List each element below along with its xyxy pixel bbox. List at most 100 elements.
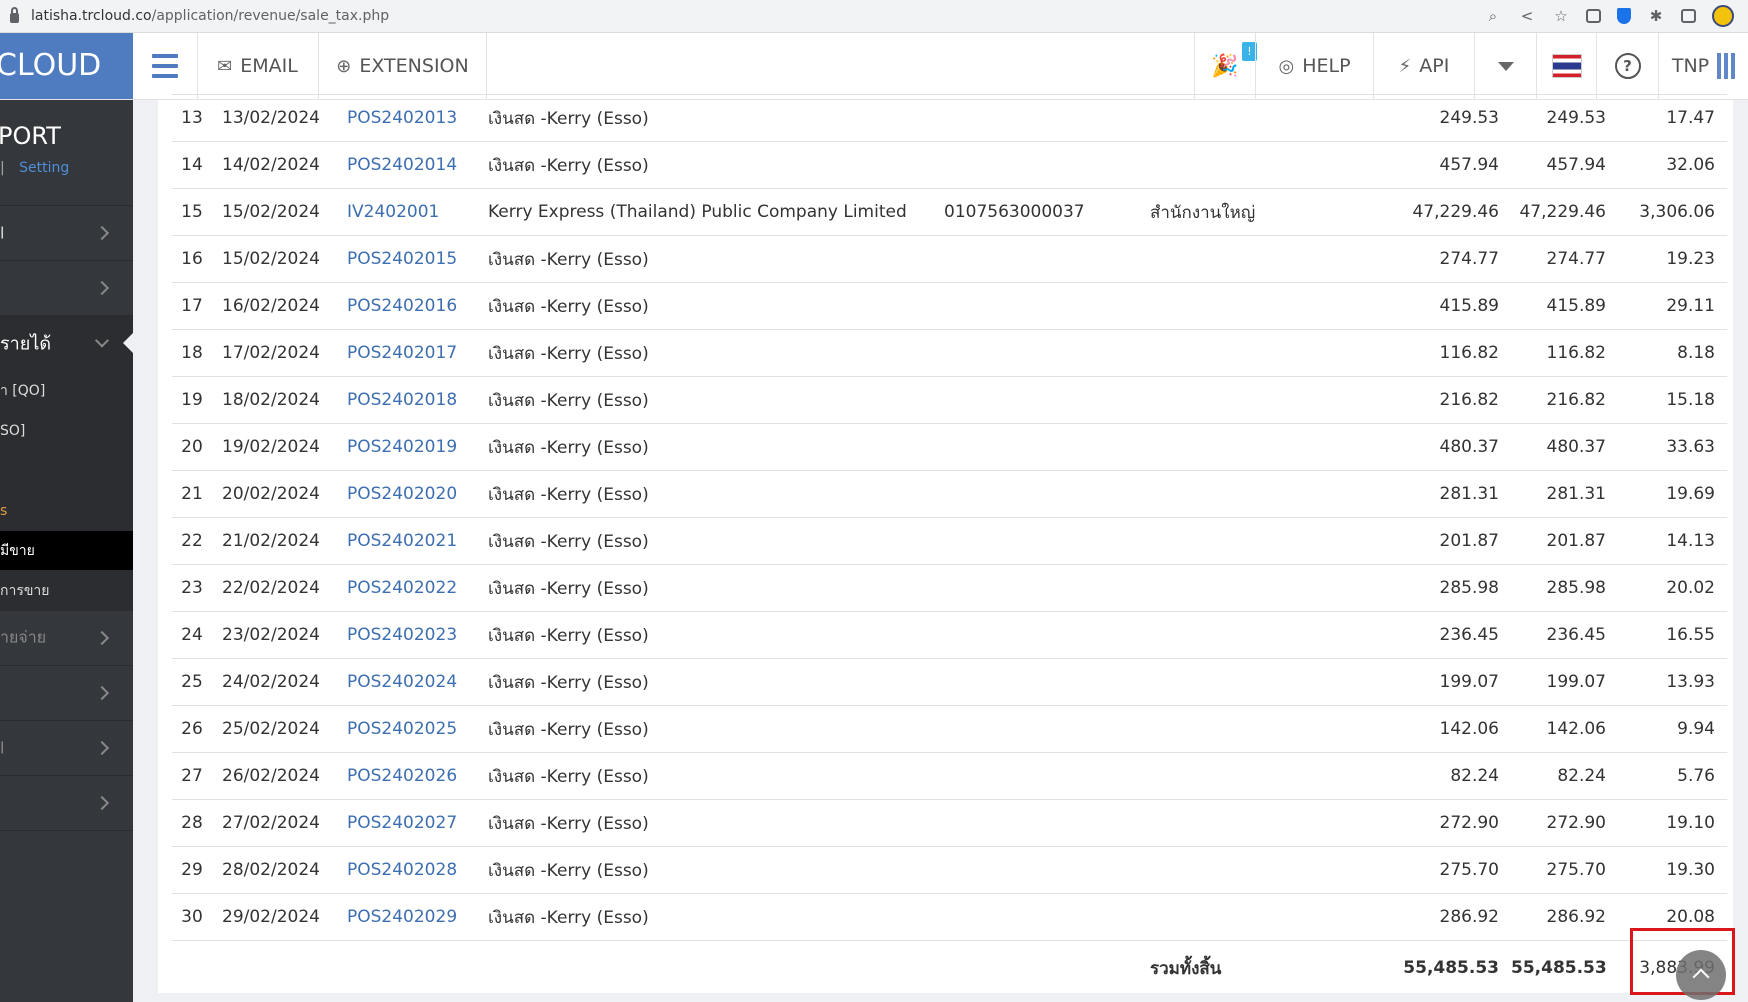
sidebar-item-1[interactable]: l	[0, 206, 133, 261]
shield-extension-icon[interactable]	[1617, 8, 1631, 24]
row-customer-name: เงินสด -Kerry (Esso)	[478, 141, 934, 189]
sidebar-item-expense[interactable]: ายจ่าย	[0, 611, 133, 666]
document-link[interactable]: POS2402018	[347, 390, 457, 410]
document-link[interactable]: POS2402020	[347, 484, 457, 504]
party-popper-icon: 🎉!	[1211, 41, 1257, 79]
puzzle-icon[interactable]: ✱	[1647, 7, 1665, 25]
profile-avatar-icon[interactable]	[1712, 5, 1734, 27]
row-amount-total: 275.70	[1511, 846, 1618, 894]
sidebar-subitem-quotation[interactable]: า [QO]	[0, 371, 133, 411]
row-document: IV2402001	[337, 188, 478, 236]
document-link[interactable]: POS2402024	[347, 672, 457, 692]
sidebar-header: PORT | Setting	[0, 100, 133, 206]
row-amount: 286.92	[1390, 893, 1511, 941]
setting-separator: |	[0, 160, 5, 176]
question-button[interactable]: ?	[1596, 33, 1658, 99]
brand-logo[interactable]: CLOUD	[0, 33, 133, 99]
sidebar-subitem-sales-tax-report[interactable]: มีขาย	[0, 531, 133, 571]
sidebar-item-8[interactable]	[0, 776, 133, 831]
row-date: 29/02/2024	[212, 893, 337, 941]
document-link[interactable]: POS2402028	[347, 860, 457, 880]
row-amount-total: 272.90	[1511, 799, 1618, 847]
row-number: 13	[172, 94, 212, 142]
row-customer-name: เงินสด -Kerry (Esso)	[478, 893, 934, 941]
lock-icon	[10, 7, 19, 23]
row-tax-id	[934, 705, 1140, 753]
row-vat: 5.76	[1618, 752, 1727, 800]
sidebar-subitem-4[interactable]: s	[0, 491, 133, 531]
row-date: 16/02/2024	[212, 282, 337, 330]
document-link[interactable]: POS2402029	[347, 907, 457, 927]
table-row: 22 21/02/2024 POS2402021 เงินสด -Kerry (Ess…	[172, 517, 1727, 565]
scroll-to-top-button[interactable]	[1676, 950, 1726, 1000]
document-link[interactable]: IV2402001	[347, 202, 439, 222]
row-vat: 19.30	[1618, 846, 1727, 894]
sidebar-subitem-3[interactable]	[0, 451, 133, 491]
row-date: 26/02/2024	[212, 752, 337, 800]
row-number: 28	[172, 799, 212, 847]
extension-box-icon[interactable]	[1586, 9, 1601, 23]
row-customer-name: เงินสด -Kerry (Esso)	[478, 94, 934, 142]
row-amount: 281.31	[1390, 470, 1511, 518]
row-amount-total: 274.77	[1511, 235, 1618, 283]
row-number: 14	[172, 141, 212, 189]
sidebar-subitem-sales[interactable]: การขาย	[0, 571, 133, 611]
sidebar-subitem-sales-order[interactable]: SO]	[0, 411, 133, 451]
row-tax-id	[934, 282, 1140, 330]
row-document: POS2402027	[337, 799, 478, 847]
row-date: 23/02/2024	[212, 611, 337, 659]
document-link[interactable]: POS2402015	[347, 249, 457, 269]
row-document: POS2402029	[337, 893, 478, 941]
document-link[interactable]: POS2402027	[347, 813, 457, 833]
envelope-icon: ✉	[217, 55, 233, 77]
row-vat: 13.93	[1618, 658, 1727, 706]
document-link[interactable]: POS2402013	[347, 108, 457, 128]
row-amount-total: 249.53	[1511, 94, 1618, 142]
document-link[interactable]: POS2402026	[347, 766, 457, 786]
language-button[interactable]	[1536, 33, 1596, 99]
zoom-icon[interactable]: ⌕	[1484, 7, 1502, 25]
sidebar-item-2[interactable]	[0, 261, 133, 316]
more-dropdown-button[interactable]	[1474, 33, 1536, 99]
share-icon[interactable]: <	[1518, 7, 1536, 25]
document-link[interactable]: POS2402023	[347, 625, 457, 645]
sidebar-item-revenue[interactable]: รายได้	[0, 316, 133, 371]
browser-url-bar[interactable]: latisha.trcloud.co/application/revenue/s…	[0, 0, 1748, 33]
row-date: 18/02/2024	[212, 376, 337, 424]
document-link[interactable]: POS2402021	[347, 531, 457, 551]
extension-button[interactable]: ⊕ EXTENSION	[319, 33, 487, 99]
hamburger-icon	[152, 51, 178, 81]
document-link[interactable]: POS2402014	[347, 155, 457, 175]
row-document: POS2402021	[337, 517, 478, 565]
row-vat: 32.06	[1618, 141, 1727, 189]
row-branch	[1140, 376, 1390, 424]
document-link[interactable]: POS2402025	[347, 719, 457, 739]
row-customer-name: เงินสด -Kerry (Esso)	[478, 799, 934, 847]
url-text[interactable]: latisha.trcloud.co/application/revenue/s…	[31, 8, 1484, 24]
sidepanel-icon[interactable]	[1681, 9, 1696, 23]
row-vat: 14.13	[1618, 517, 1727, 565]
question-circle-icon: ?	[1614, 53, 1641, 79]
row-amount-total: 116.82	[1511, 329, 1618, 377]
row-number: 21	[172, 470, 212, 518]
document-link[interactable]: POS2402017	[347, 343, 457, 363]
row-number: 17	[172, 282, 212, 330]
api-button[interactable]: ⚡ API	[1373, 33, 1474, 99]
table-row: 27 26/02/2024 POS2402026 เงินสด -Kerry (Ess…	[172, 752, 1727, 800]
help-button[interactable]: ◎ HELP	[1255, 33, 1373, 99]
document-link[interactable]: POS2402022	[347, 578, 457, 598]
star-icon[interactable]: ☆	[1552, 7, 1570, 25]
announcement-button[interactable]: 🎉!	[1194, 33, 1257, 99]
row-customer-name: เงินสด -Kerry (Esso)	[478, 423, 934, 471]
sidebar-item-6[interactable]	[0, 666, 133, 721]
row-number: 30	[172, 893, 212, 941]
document-link[interactable]: POS2402019	[347, 437, 457, 457]
sidebar-item-7[interactable]: l	[0, 721, 133, 776]
row-number: 22	[172, 517, 212, 565]
document-link[interactable]: POS2402016	[347, 296, 457, 316]
row-amount-total: 142.06	[1511, 705, 1618, 753]
email-button[interactable]: ✉ EMAIL	[197, 33, 319, 99]
menu-toggle-button[interactable]	[133, 33, 198, 99]
setting-link[interactable]: Setting	[19, 160, 69, 176]
user-menu-button[interactable]: TNP	[1658, 33, 1748, 99]
